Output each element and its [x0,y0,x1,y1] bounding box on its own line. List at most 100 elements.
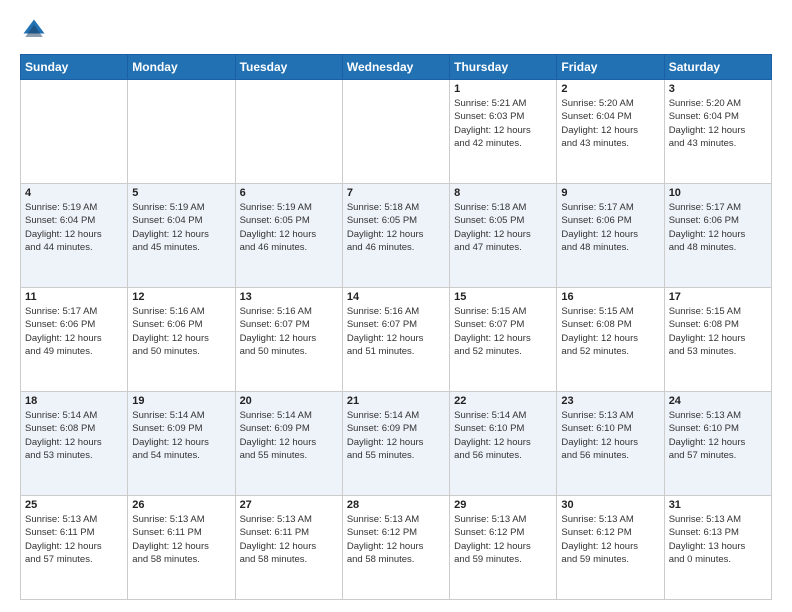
weekday-thursday: Thursday [450,55,557,80]
day-number: 14 [347,291,445,303]
day-number: 21 [347,395,445,407]
day-number: 1 [454,83,552,95]
day-info: Sunrise: 5:18 AM Sunset: 6:05 PM Dayligh… [454,201,552,254]
day-cell: 7 Sunrise: 5:18 AM Sunset: 6:05 PM Daylig… [342,184,449,288]
day-info: Sunrise: 5:13 AM Sunset: 6:12 PM Dayligh… [561,513,659,566]
day-info: Sunrise: 5:20 AM Sunset: 6:04 PM Dayligh… [561,97,659,150]
day-info: Sunrise: 5:14 AM Sunset: 6:09 PM Dayligh… [132,409,230,462]
day-cell: 29 Sunrise: 5:13 AM Sunset: 6:12 PM Dayli… [450,496,557,600]
weekday-friday: Friday [557,55,664,80]
day-number: 12 [132,291,230,303]
day-number: 31 [669,499,767,511]
week-row-1: 1 Sunrise: 5:21 AM Sunset: 6:03 PM Daylig… [21,80,772,184]
day-cell: 1 Sunrise: 5:21 AM Sunset: 6:03 PM Daylig… [450,80,557,184]
day-info: Sunrise: 5:16 AM Sunset: 6:07 PM Dayligh… [347,305,445,358]
day-cell: 2 Sunrise: 5:20 AM Sunset: 6:04 PM Daylig… [557,80,664,184]
day-cell: 12 Sunrise: 5:16 AM Sunset: 6:06 PM Dayli… [128,288,235,392]
day-cell: 8Sunrise: 5:18 AM Sunset: 6:05 PM Daylig… [450,184,557,288]
day-number: 18 [25,395,123,407]
day-cell: 3Sunrise: 5:20 AM Sunset: 6:04 PM Daylig… [664,80,771,184]
day-cell: 21Sunrise: 5:14 AM Sunset: 6:09 PM Dayli… [342,392,449,496]
day-number: 26 [132,499,230,511]
day-number: 7 [347,187,445,199]
logo [20,16,52,44]
day-number: 11 [25,291,123,303]
day-cell: 13Sunrise: 5:16 AM Sunset: 6:07 PM Dayli… [235,288,342,392]
day-number: 25 [25,499,123,511]
day-number: 15 [454,291,552,303]
day-info: Sunrise: 5:21 AM Sunset: 6:03 PM Dayligh… [454,97,552,150]
day-cell: 5 Sunrise: 5:19 AM Sunset: 6:04 PM Daylig… [128,184,235,288]
day-number: 28 [347,499,445,511]
day-number: 2 [561,83,659,95]
weekday-header-row: SundayMondayTuesdayWednesdayThursdayFrid… [21,55,772,80]
day-info: Sunrise: 5:16 AM Sunset: 6:07 PM Dayligh… [240,305,338,358]
day-info: Sunrise: 5:20 AM Sunset: 6:04 PM Dayligh… [669,97,767,150]
day-info: Sunrise: 5:15 AM Sunset: 6:07 PM Dayligh… [454,305,552,358]
day-cell: 25 Sunrise: 5:13 AM Sunset: 6:11 PM Dayli… [21,496,128,600]
day-info: Sunrise: 5:19 AM Sunset: 6:04 PM Dayligh… [25,201,123,254]
day-cell [235,80,342,184]
day-info: Sunrise: 5:14 AM Sunset: 6:08 PM Dayligh… [25,409,123,462]
week-row-2: 4 Sunrise: 5:19 AM Sunset: 6:04 PM Daylig… [21,184,772,288]
day-number: 9 [561,187,659,199]
day-number: 4 [25,187,123,199]
day-number: 27 [240,499,338,511]
day-cell [21,80,128,184]
day-cell [128,80,235,184]
day-number: 20 [240,395,338,407]
weekday-saturday: Saturday [664,55,771,80]
day-info: Sunrise: 5:16 AM Sunset: 6:06 PM Dayligh… [132,305,230,358]
day-number: 24 [669,395,767,407]
day-info: Sunrise: 5:19 AM Sunset: 6:04 PM Dayligh… [132,201,230,254]
logo-icon [20,16,48,44]
weekday-sunday: Sunday [21,55,128,80]
week-row-5: 25 Sunrise: 5:13 AM Sunset: 6:11 PM Dayli… [21,496,772,600]
day-info: Sunrise: 5:13 AM Sunset: 6:11 PM Dayligh… [240,513,338,566]
day-info: Sunrise: 5:17 AM Sunset: 6:06 PM Dayligh… [25,305,123,358]
day-info: Sunrise: 5:13 AM Sunset: 6:13 PM Dayligh… [669,513,767,566]
day-cell: 20 Sunrise: 5:14 AM Sunset: 6:09 PM Dayli… [235,392,342,496]
weekday-tuesday: Tuesday [235,55,342,80]
day-info: Sunrise: 5:17 AM Sunset: 6:06 PM Dayligh… [561,201,659,254]
day-cell: 26 Sunrise: 5:13 AM Sunset: 6:11 PM Dayli… [128,496,235,600]
day-info: Sunrise: 5:15 AM Sunset: 6:08 PM Dayligh… [669,305,767,358]
day-number: 29 [454,499,552,511]
day-info: Sunrise: 5:13 AM Sunset: 6:11 PM Dayligh… [25,513,123,566]
day-info: Sunrise: 5:14 AM Sunset: 6:10 PM Dayligh… [454,409,552,462]
day-info: Sunrise: 5:13 AM Sunset: 6:12 PM Dayligh… [347,513,445,566]
day-number: 6 [240,187,338,199]
day-cell: 16 Sunrise: 5:15 AM Sunset: 6:08 PM Dayli… [557,288,664,392]
day-cell: 9 Sunrise: 5:17 AM Sunset: 6:06 PM Daylig… [557,184,664,288]
day-number: 30 [561,499,659,511]
day-number: 16 [561,291,659,303]
day-cell: 4 Sunrise: 5:19 AM Sunset: 6:04 PM Daylig… [21,184,128,288]
day-number: 19 [132,395,230,407]
day-number: 5 [132,187,230,199]
day-info: Sunrise: 5:19 AM Sunset: 6:05 PM Dayligh… [240,201,338,254]
calendar-page: SundayMondayTuesdayWednesdayThursdayFrid… [0,0,792,612]
day-info: Sunrise: 5:13 AM Sunset: 6:10 PM Dayligh… [669,409,767,462]
weekday-wednesday: Wednesday [342,55,449,80]
day-info: Sunrise: 5:13 AM Sunset: 6:12 PM Dayligh… [454,513,552,566]
day-info: Sunrise: 5:18 AM Sunset: 6:05 PM Dayligh… [347,201,445,254]
week-row-3: 11 Sunrise: 5:17 AM Sunset: 6:06 PM Dayli… [21,288,772,392]
day-cell: 27 Sunrise: 5:13 AM Sunset: 6:11 PM Dayli… [235,496,342,600]
day-cell: 11 Sunrise: 5:17 AM Sunset: 6:06 PM Dayli… [21,288,128,392]
day-info: Sunrise: 5:14 AM Sunset: 6:09 PM Dayligh… [240,409,338,462]
day-info: Sunrise: 5:15 AM Sunset: 6:08 PM Dayligh… [561,305,659,358]
day-cell: 31 Sunrise: 5:13 AM Sunset: 6:13 PM Dayli… [664,496,771,600]
day-cell: 15 Sunrise: 5:15 AM Sunset: 6:07 PM Dayli… [450,288,557,392]
day-cell: 10Sunrise: 5:17 AM Sunset: 6:06 PM Dayli… [664,184,771,288]
day-cell: 18 Sunrise: 5:14 AM Sunset: 6:08 PM Dayli… [21,392,128,496]
day-number: 22 [454,395,552,407]
day-info: Sunrise: 5:13 AM Sunset: 6:11 PM Dayligh… [132,513,230,566]
day-cell: 14 Sunrise: 5:16 AM Sunset: 6:07 PM Dayli… [342,288,449,392]
day-cell: 24 Sunrise: 5:13 AM Sunset: 6:10 PM Dayli… [664,392,771,496]
day-cell: 6 Sunrise: 5:19 AM Sunset: 6:05 PM Daylig… [235,184,342,288]
day-number: 23 [561,395,659,407]
day-number: 10 [669,187,767,199]
day-cell: 28 Sunrise: 5:13 AM Sunset: 6:12 PM Dayli… [342,496,449,600]
day-cell: 17 Sunrise: 5:15 AM Sunset: 6:08 PM Dayli… [664,288,771,392]
day-number: 17 [669,291,767,303]
